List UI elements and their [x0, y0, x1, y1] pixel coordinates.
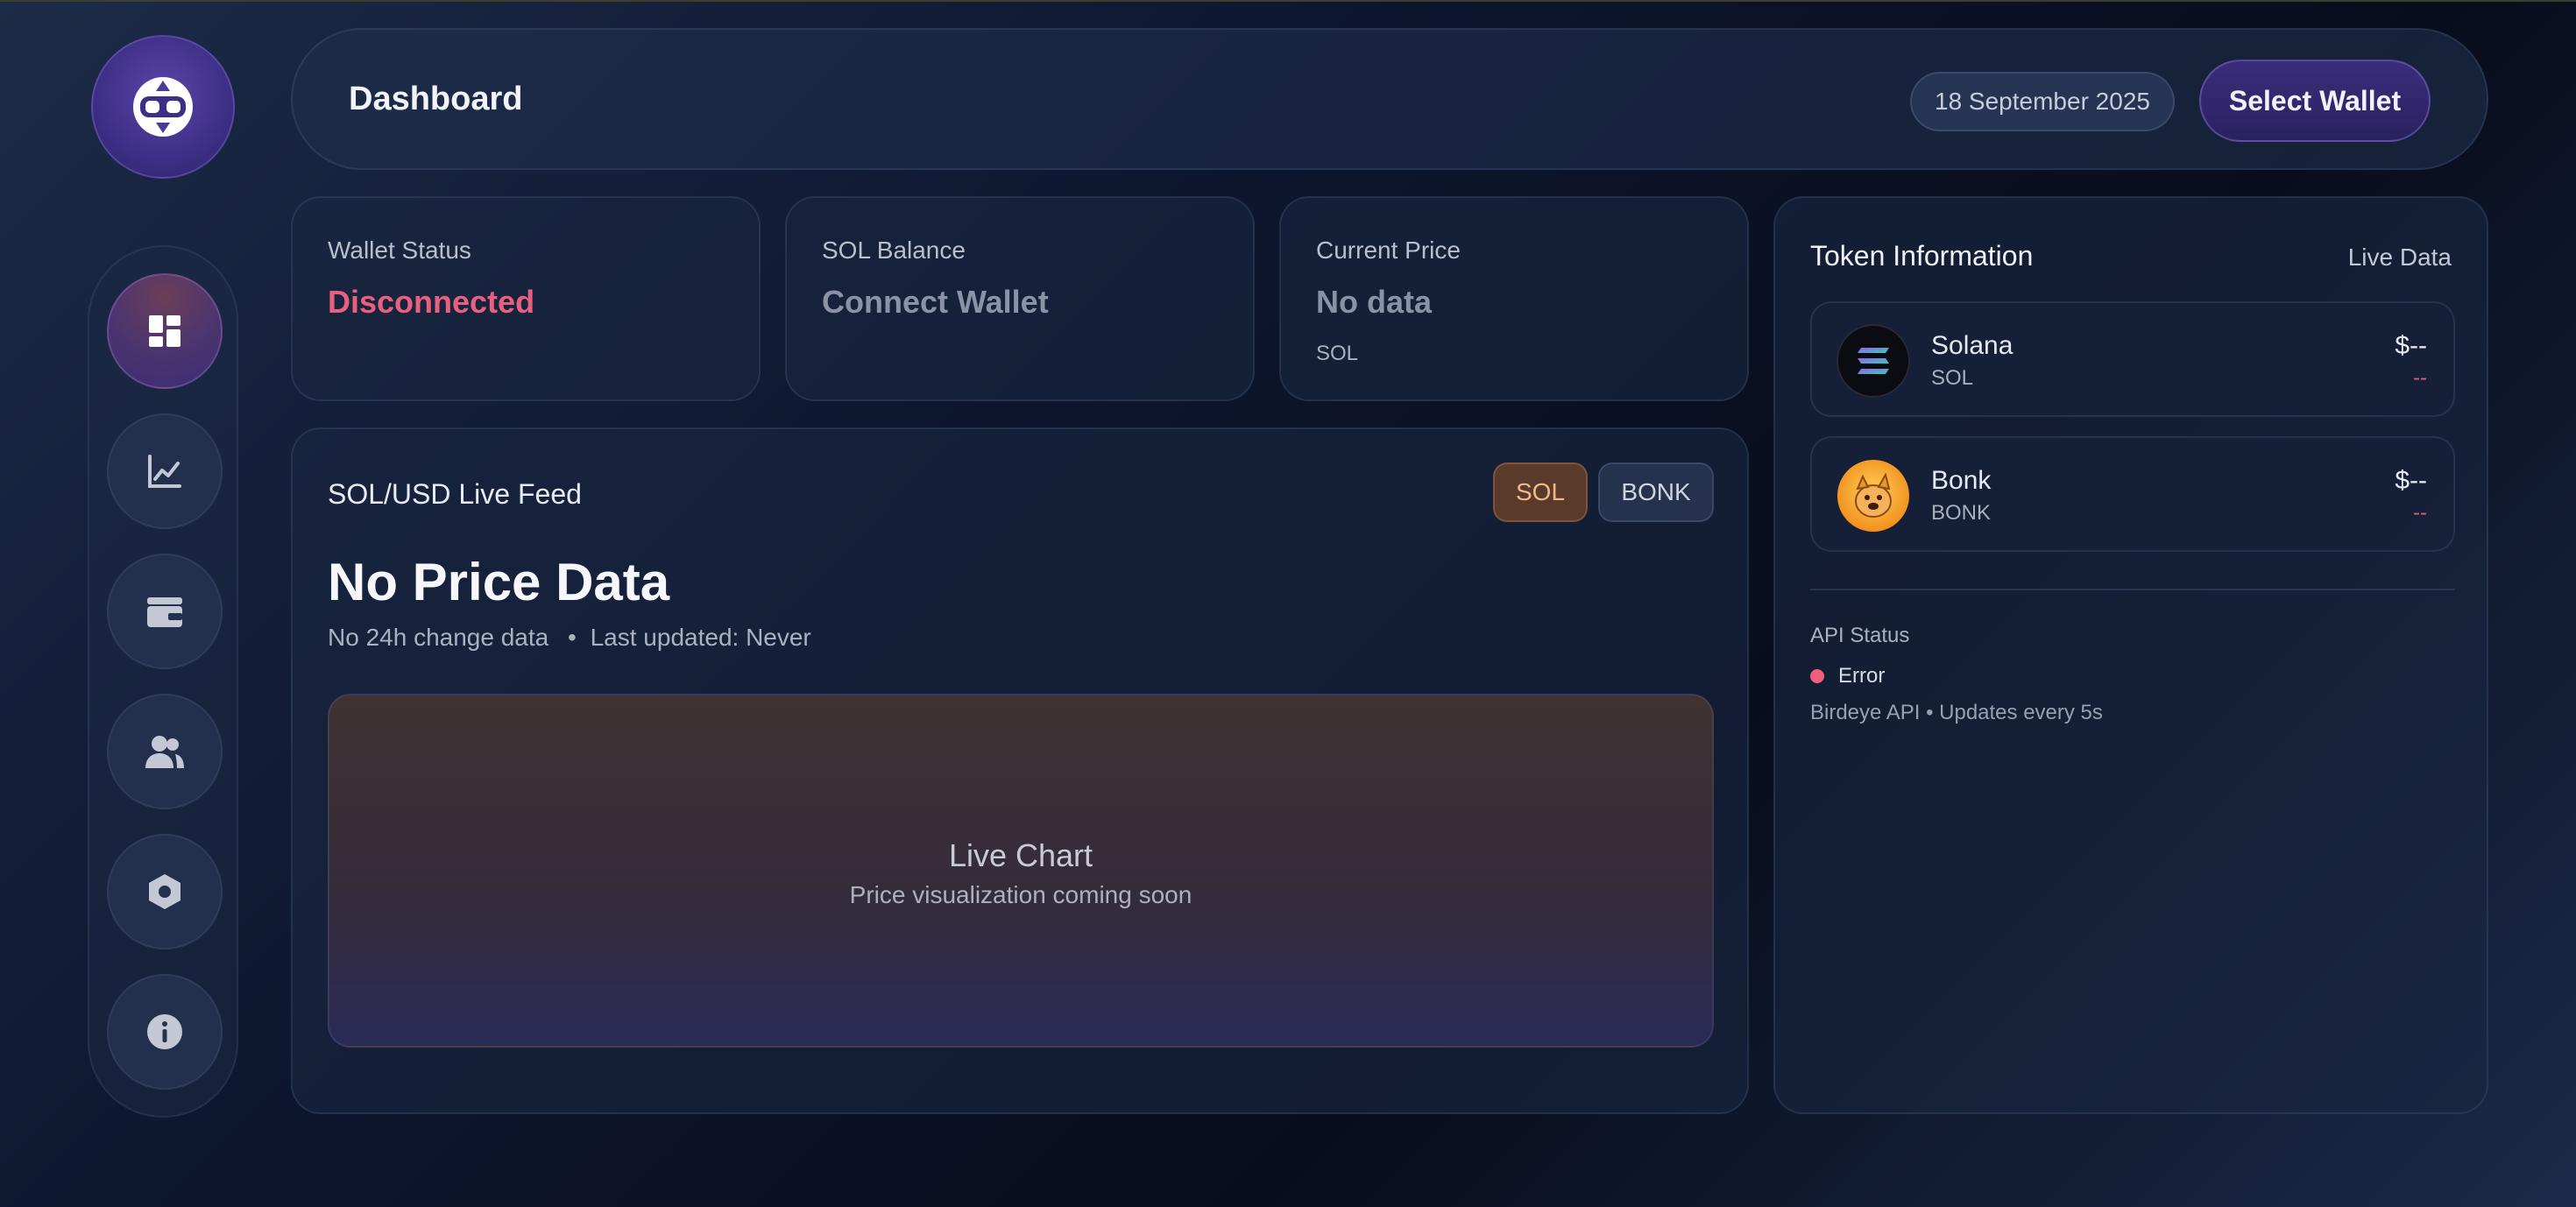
api-status-dot [1810, 669, 1824, 683]
meta-separator: • [568, 624, 577, 651]
info-icon [147, 1014, 182, 1049]
api-status-label: API Status [1810, 624, 1910, 647]
wallet-status-card: Wallet Status Disconnected [291, 196, 761, 401]
current-price-card: Current Price No data SOL [1279, 196, 1749, 401]
robot-logo-icon [133, 77, 193, 137]
token-row-solana[interactable]: Solana SOL $-- -- [1810, 301, 2455, 417]
window-top-border [0, 0, 2576, 2]
token-row-bonk[interactable]: Bonk BONK $-- -- [1810, 436, 2455, 552]
token-price: $-- [2395, 466, 2427, 495]
sol-balance-value: Connect Wallet [822, 284, 1049, 320]
wallet-status-label: Wallet Status [328, 236, 471, 264]
wallet-status-value: Disconnected [328, 284, 535, 320]
top-header: Dashboard 18 September 2025 Select Walle… [291, 28, 2488, 170]
sidebar-item-wallet[interactable] [107, 554, 223, 669]
sidebar-item-info[interactable] [107, 974, 223, 1090]
token-toggle-sol[interactable]: SOL [1493, 462, 1588, 522]
sol-balance-label: SOL Balance [822, 236, 966, 264]
page-title: Dashboard [349, 81, 523, 117]
token-name: Bonk [1931, 466, 1992, 495]
api-status-value: Error [1838, 664, 1886, 688]
api-status-note: Birdeye API • Updates every 5s [1810, 701, 2103, 724]
live-feed-card: SOL/USD Live Feed SOL BONK No Price Data… [291, 427, 1749, 1114]
chart-subtitle: Price visualization coming soon [849, 881, 1192, 908]
last-updated-text: Last updated: Never [590, 624, 811, 651]
live-feed-title: SOL/USD Live Feed [328, 478, 582, 510]
sidebar-item-dashboard[interactable] [107, 273, 223, 389]
dashboard-icon [149, 315, 180, 347]
token-price: $-- [2395, 331, 2427, 360]
current-price-value: No data [1316, 284, 1433, 320]
token-name: Solana [1931, 331, 2013, 360]
token-change: -- [2413, 501, 2427, 525]
token-toggle-bonk[interactable]: BONK [1598, 462, 1714, 522]
bonk-logo-icon [1836, 459, 1910, 533]
token-info-card: Token Information Live Data Solana SOL $… [1773, 196, 2488, 1114]
settings-hex-icon [149, 874, 180, 909]
solana-logo-icon [1836, 324, 1910, 398]
change-24h-text: No 24h change data [328, 624, 549, 651]
live-chart-placeholder: Live Chart Price visualization coming so… [328, 694, 1714, 1048]
token-info-title: Token Information [1810, 240, 2034, 272]
token-change: -- [2413, 366, 2427, 390]
chart-icon [148, 455, 181, 488]
users-icon [145, 736, 184, 768]
token-symbol: BONK [1931, 501, 1992, 525]
sidebar-item-users[interactable] [107, 694, 223, 809]
live-price-value: No Price Data [328, 553, 670, 611]
sol-balance-card: SOL Balance Connect Wallet [785, 196, 1255, 401]
sidebar-item-settings[interactable] [107, 834, 223, 949]
token-symbol: SOL [1931, 366, 1974, 390]
section-divider [1810, 589, 2455, 590]
current-price-label: Current Price [1316, 236, 1461, 264]
current-price-symbol: SOL [1316, 342, 1359, 365]
date-badge: 18 September 2025 [1910, 72, 2175, 131]
chart-title: Live Chart [948, 837, 1093, 873]
live-data-badge: Live Data [2347, 244, 2452, 271]
select-wallet-button[interactable]: Select Wallet [2199, 60, 2431, 142]
sidebar-nav [88, 245, 238, 1118]
price-meta: No 24h change data • Last updated: Never [328, 624, 811, 652]
app-logo[interactable] [91, 35, 235, 179]
sidebar-item-analytics[interactable] [107, 413, 223, 529]
wallet-icon [147, 597, 182, 627]
